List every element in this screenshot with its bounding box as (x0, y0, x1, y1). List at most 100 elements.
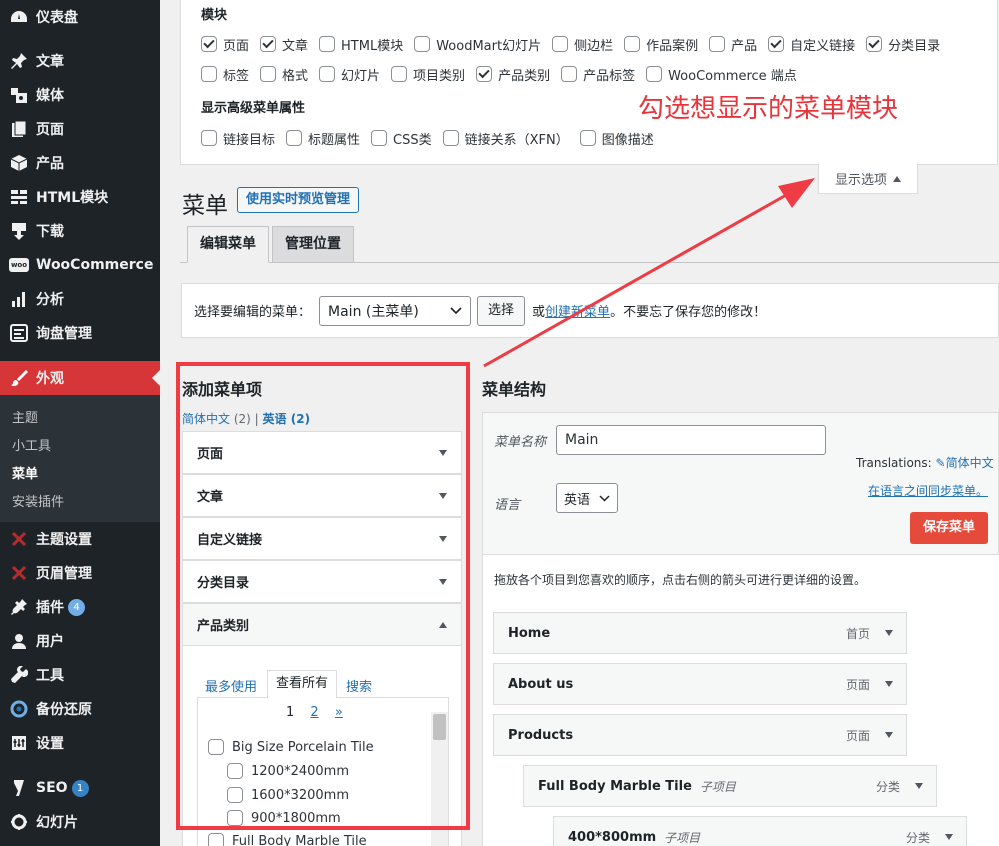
option-css-classes[interactable]: CSS类 (371, 129, 432, 148)
nav-slider[interactable]: 幻灯片 (0, 805, 160, 839)
option-tags[interactable]: 标签 (201, 65, 249, 84)
live-preview-button[interactable]: 使用实时预览管理 (237, 187, 360, 213)
checkbox[interactable] (260, 36, 277, 52)
woo-icon: woo (8, 256, 30, 274)
option-link-target[interactable]: 链接目标 (201, 129, 275, 148)
appearance-submenu: 主题 小工具 菜单 安装插件 (0, 395, 160, 522)
option-label: 分类目录 (888, 38, 941, 54)
or-text: 或 (532, 305, 546, 320)
checkbox[interactable] (768, 36, 785, 52)
menu-item-full-body-marble[interactable]: Full Body Marble Tile 子项目 分类 (523, 765, 937, 807)
nav-downloads[interactable]: 下载 (0, 214, 160, 248)
select-button[interactable]: 选择 (477, 295, 526, 326)
nav-posts[interactable]: 文章 (0, 44, 160, 78)
menu-select[interactable]: Main (主菜单) (319, 295, 472, 326)
checkbox[interactable] (709, 36, 726, 52)
option-woocommerce-endpoints[interactable]: WooCommerce 端点 (646, 65, 797, 84)
option-pages[interactable]: 页面 (201, 35, 249, 54)
nav-header-manager[interactable]: 页眉管理 (0, 556, 160, 590)
tab-edit-menus[interactable]: 编辑菜单 (187, 226, 269, 263)
sync-menus-link[interactable]: 在语言之间同步菜单。 (868, 482, 988, 499)
nav-label: WooCommerce (36, 257, 154, 273)
option-label: 标题属性 (308, 132, 361, 148)
option-product-tags[interactable]: 产品标签 (561, 65, 635, 84)
menu-item-400x800[interactable]: 400*800mm 子项目 分类 (553, 816, 967, 846)
option-project-categories[interactable]: 项目类别 (391, 65, 465, 84)
option-xfn[interactable]: 链接关系（XFN） (442, 129, 569, 148)
checkbox[interactable] (319, 36, 336, 52)
option-portfolio[interactable]: 作品案例 (624, 35, 698, 54)
nav-plugins[interactable]: 插件 4 (0, 590, 160, 624)
option-slides[interactable]: 幻灯片 (319, 65, 380, 84)
checkbox[interactable] (201, 130, 217, 146)
checkbox[interactable] (624, 36, 641, 52)
nav-woocommerce[interactable]: woo WooCommerce (0, 248, 160, 282)
nav-tools[interactable]: 工具 (0, 658, 160, 692)
option-title-attribute[interactable]: 标题属性 (286, 129, 360, 148)
option-custom-links[interactable]: 自定义链接 (768, 35, 855, 54)
nav-products[interactable]: 产品 (0, 146, 160, 180)
checkbox[interactable] (201, 36, 217, 52)
checkbox[interactable] (579, 130, 596, 146)
checkbox[interactable] (476, 66, 493, 82)
language-select[interactable]: 英语 (556, 483, 618, 513)
screen-options-toggle[interactable]: 显示选项 (818, 164, 918, 194)
submenu-widgets[interactable]: 小工具 (12, 435, 51, 454)
checkbox[interactable] (561, 66, 578, 82)
nav-backup[interactable]: 备份还原 (0, 692, 160, 726)
language-label: 语言 (494, 498, 521, 513)
checkbox[interactable] (414, 36, 431, 52)
menu-item-about[interactable]: About us 页面 (493, 663, 907, 705)
caret-down-icon[interactable] (885, 732, 893, 738)
nav-settings[interactable]: 设置 (0, 726, 160, 760)
menu-name-input[interactable]: Main (556, 425, 826, 455)
nav-appearance[interactable]: 外观 (0, 361, 160, 395)
option-sidebars[interactable]: 侧边栏 (552, 35, 613, 54)
checkbox[interactable] (371, 130, 388, 146)
option-categories[interactable]: 分类目录 (866, 35, 940, 54)
caret-down-icon[interactable] (945, 834, 953, 840)
option-description[interactable]: 图像描述 (579, 129, 654, 148)
checkbox[interactable] (391, 66, 408, 82)
checkbox[interactable] (319, 66, 336, 82)
nav-seo[interactable]: SEO 1 (0, 771, 160, 805)
create-menu-link[interactable]: 创建新菜单 (545, 301, 610, 320)
menu-item-products[interactable]: Products 页面 (493, 714, 907, 756)
nav-dashboard[interactable]: 仪表盘 (0, 0, 160, 34)
checkbox[interactable] (552, 36, 569, 52)
checkbox[interactable] (866, 36, 883, 52)
checkbox[interactable] (260, 66, 277, 82)
nav-media[interactable]: 媒体 (0, 78, 160, 112)
submenu-themes[interactable]: 主题 (12, 407, 38, 426)
option-product-categories[interactable]: 产品类别 (476, 65, 550, 84)
caret-down-icon[interactable] (915, 783, 923, 789)
nav-analytics[interactable]: 分析 (0, 282, 160, 316)
option-formats[interactable]: 格式 (260, 65, 308, 84)
tab-manage-locations[interactable]: 管理位置 (272, 226, 354, 263)
option-html-modules[interactable]: HTML模块 (319, 35, 403, 54)
nav-pages[interactable]: 页面 (0, 112, 160, 146)
caret-down-icon[interactable] (885, 630, 893, 636)
checkbox[interactable] (201, 66, 217, 82)
category-item[interactable]: Full Body Marble Tile (208, 833, 367, 846)
option-products[interactable]: 产品 (709, 35, 757, 54)
nav-users[interactable]: 用户 (0, 624, 160, 658)
nav-theme-settings[interactable]: 主题设置 (0, 522, 160, 556)
option-label: 图像描述 (601, 132, 654, 148)
save-menu-button[interactable]: 保存菜单 (910, 512, 988, 544)
checkbox[interactable] (208, 833, 224, 846)
submenu-install-plugins[interactable]: 安装插件 (12, 491, 64, 510)
checkbox[interactable] (646, 66, 663, 82)
nav-inquiries[interactable]: 询盘管理 (0, 316, 160, 350)
caret-down-icon[interactable] (885, 681, 893, 687)
submenu-menus[interactable]: 菜单 (12, 463, 38, 482)
option-woodmart-slides[interactable]: WoodMart幻灯片 (414, 35, 541, 54)
translation-zh-link[interactable]: ✎简体中文 (936, 456, 994, 470)
nav-html-modules[interactable]: HTML模块 (0, 180, 160, 214)
checkbox[interactable] (286, 130, 303, 146)
menu-item-home[interactable]: Home 首页 (493, 612, 907, 654)
sub-item-label: 子项目 (699, 779, 736, 794)
option-label: 侧边栏 (574, 38, 614, 54)
option-posts[interactable]: 文章 (260, 35, 308, 54)
checkbox[interactable] (442, 130, 459, 146)
